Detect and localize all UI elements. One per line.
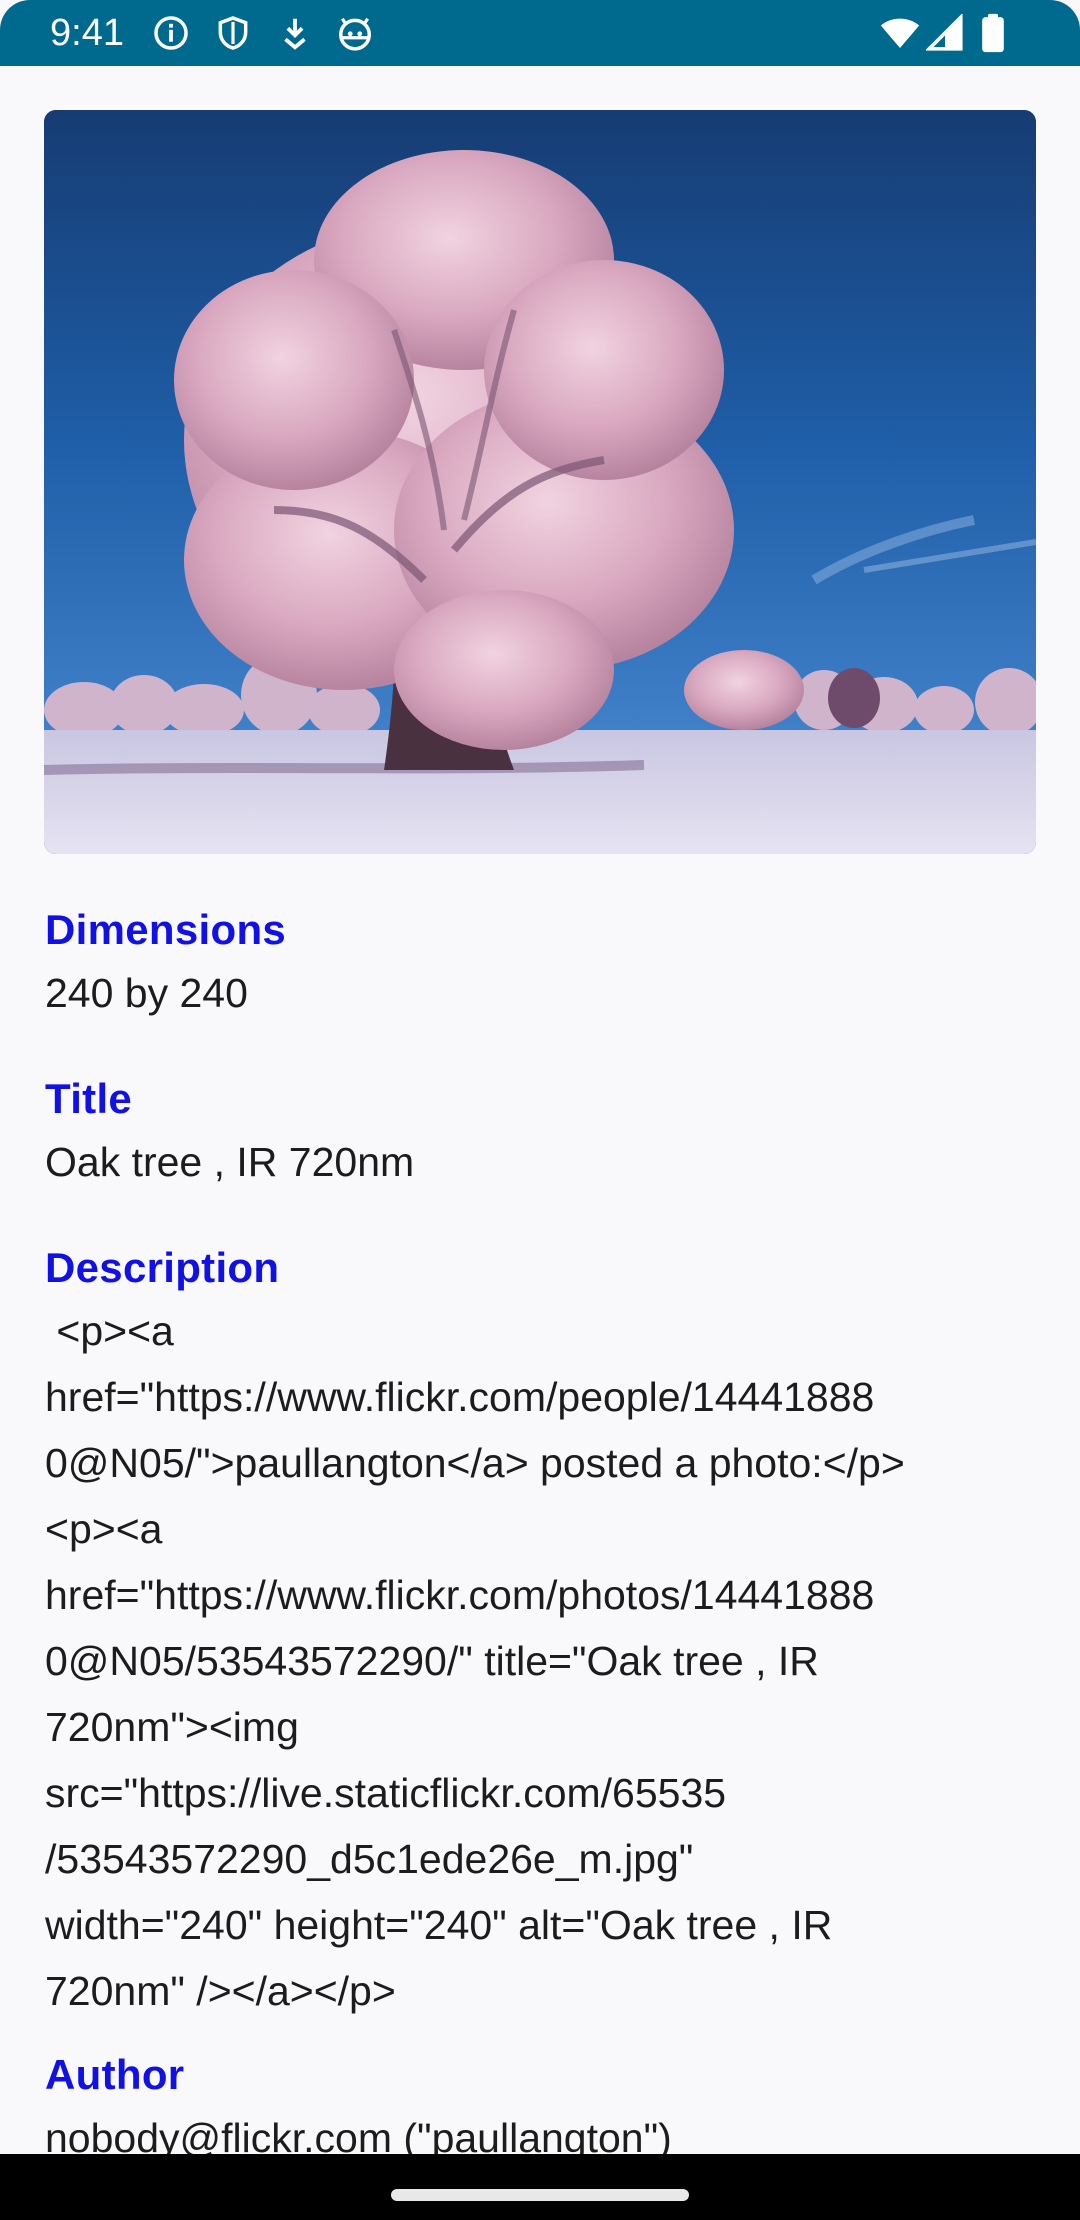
- cellular-signal-icon: [926, 14, 964, 52]
- description-line: <p><a: [45, 1308, 174, 1354]
- photo-image: [44, 110, 1036, 854]
- description-line: 720nm" /></a></p>: [45, 1968, 396, 2014]
- navigation-bar: [0, 2154, 1080, 2220]
- description-value: <p><a href="https://www.flickr.com/peopl…: [45, 1298, 1045, 2024]
- title-section: Title Oak tree , IR 720nm: [45, 1073, 1045, 1195]
- dimensions-value: 240 by 240: [45, 970, 248, 1016]
- dimensions-section: Dimensions 240 by 240: [45, 904, 1045, 1026]
- battery-icon: [978, 13, 1008, 53]
- description-label: Description: [45, 1244, 280, 1291]
- wifi-icon: [880, 13, 920, 53]
- info-icon: [152, 14, 190, 52]
- home-gesture-handle[interactable]: [391, 2189, 689, 2201]
- description-line: <p><a: [45, 1506, 163, 1552]
- description-line: href="https://www.flickr.com/people/1444…: [45, 1374, 875, 1420]
- detail-content[interactable]: Dimensions 240 by 240 Title Oak tree , I…: [0, 66, 1080, 2154]
- author-value: nobody@flickr.com ("paullangton"): [45, 2115, 672, 2154]
- android-face-icon: [336, 14, 374, 52]
- author-label: Author: [45, 2051, 185, 2098]
- dimensions-label: Dimensions: [45, 906, 287, 953]
- description-line: width="240" height="240" alt="Oak tree ,…: [45, 1902, 833, 1948]
- description-section: Description <p><a href="https://www.flic…: [45, 1242, 1045, 2024]
- shield-icon: [214, 14, 252, 52]
- description-line: 0@N05/53543572290/" title="Oak tree , IR: [45, 1638, 819, 1684]
- status-bar: 9:41: [0, 0, 1080, 66]
- title-label: Title: [45, 1075, 133, 1122]
- description-line: 720nm"><img: [45, 1704, 299, 1750]
- description-line: /53543572290_d5c1ede26e_m.jpg": [45, 1836, 694, 1882]
- download-icon: [276, 14, 314, 52]
- description-line: 0@N05/">paullangton</a> posted a photo:<…: [45, 1440, 905, 1486]
- author-section: Author nobody@flickr.com ("paullangton"): [45, 2049, 1045, 2154]
- description-line: src="https://live.staticflickr.com/65535: [45, 1770, 727, 1816]
- title-value: Oak tree , IR 720nm: [45, 1139, 415, 1185]
- description-line: href="https://www.flickr.com/photos/1444…: [45, 1572, 875, 1618]
- status-time: 9:41: [50, 12, 124, 54]
